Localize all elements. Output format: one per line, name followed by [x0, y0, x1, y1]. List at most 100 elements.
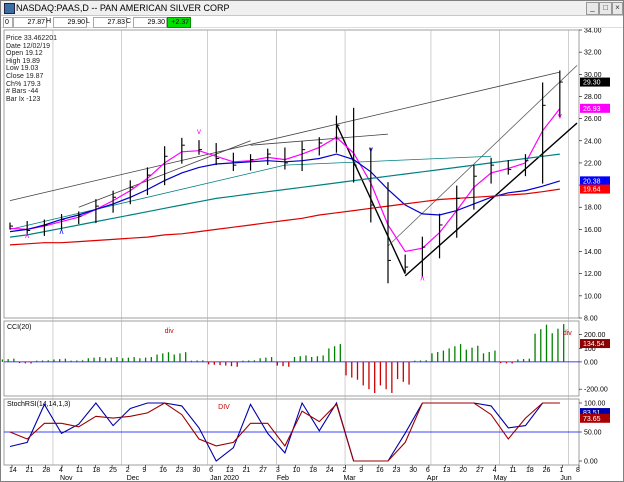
- stoch-axis-label: 50.00: [584, 430, 602, 437]
- quote-bar: 0 27.87 H 29.90 L 27.83 C 29.30 +2.37: [1, 16, 623, 28]
- month-label: Mar: [344, 475, 357, 481]
- month-label: May: [494, 475, 508, 481]
- quote-open: 27.87: [13, 17, 47, 28]
- date-tick-label: 18: [92, 467, 100, 474]
- price-axis-label: 16.00: [584, 227, 602, 234]
- info-line: Ch% 179.3: [6, 80, 41, 88]
- info-line: Low 19.03: [6, 65, 39, 73]
- stochrsi-title: StochRSI(14,14,1,3): [7, 401, 70, 408]
- date-tick-label: 9: [359, 467, 363, 474]
- stoch-axis-label: 0.00: [584, 459, 598, 466]
- info-line: Bar Ix -123: [6, 95, 41, 103]
- date-tick-label: 30: [192, 467, 200, 474]
- close-button[interactable]: ×: [612, 2, 623, 15]
- month-label: Nov: [60, 475, 73, 481]
- quote-l-label: L: [86, 18, 90, 25]
- price-axis-label: 12.00: [584, 271, 602, 278]
- date-tick-label: 24: [326, 467, 334, 474]
- month-label: Feb: [277, 475, 289, 481]
- maximize-button[interactable]: □: [599, 2, 612, 15]
- price-axis-label: 34.00: [584, 28, 602, 35]
- up-marker: ʌ: [25, 231, 29, 240]
- app-icon: [4, 3, 15, 14]
- title-bar: NASDAQ:PAAS,D -- PAN AMERICAN SILVER COR…: [1, 1, 623, 16]
- info-line: Open 19.12: [6, 50, 43, 58]
- price-axis-label: 18.00: [584, 205, 602, 212]
- up-marker: ʌ: [60, 227, 64, 236]
- date-tick-label: 2: [343, 467, 347, 474]
- month-label: Apr: [427, 475, 439, 481]
- quote-high: 29.90: [53, 17, 87, 28]
- chart-canvas[interactable]: 34.0032.0030.0028.0026.0024.0022.0020.00…: [1, 28, 623, 481]
- date-tick-label: 9: [142, 467, 146, 474]
- date-tick-label: 16: [159, 467, 167, 474]
- date-tick-label: 1: [559, 467, 563, 474]
- quote-h-label: H: [46, 18, 52, 25]
- price-pane: [3, 29, 580, 319]
- month-label: Dec: [127, 475, 140, 481]
- price-tag-label: 19.64: [583, 187, 601, 194]
- stoch-axis-label: 100.00: [584, 401, 606, 408]
- date-tick-label: 3: [276, 467, 280, 474]
- date-tick-label: 13: [226, 467, 234, 474]
- date-tick-label: 27: [259, 467, 267, 474]
- cci-axis-label: 200.00: [584, 332, 606, 339]
- date-tick-label: 14: [9, 467, 17, 474]
- date-tick-label: 13: [443, 467, 451, 474]
- date-tick-label: 27: [476, 467, 484, 474]
- stoch-tag-label: 73.65: [583, 416, 601, 423]
- info-line: # Bars -44: [6, 88, 39, 96]
- down-marker: v: [197, 127, 201, 136]
- info-line: High 19.89: [6, 57, 40, 65]
- cci-pane: [3, 320, 580, 397]
- quote-c-label: C: [126, 18, 132, 25]
- date-tick-label: 18: [309, 467, 317, 474]
- date-tick-label: 21: [26, 467, 34, 474]
- cci-div-label: div: [165, 328, 174, 335]
- down-marker: v: [558, 112, 562, 121]
- date-tick-label: 11: [76, 467, 83, 474]
- price-axis-label: 10.00: [584, 293, 602, 300]
- quote-close: 29.30: [133, 17, 167, 28]
- price-axis-label: 32.00: [584, 50, 602, 57]
- price-tag-label: 29.30: [583, 80, 601, 87]
- info-line: Date 12/02/19: [6, 42, 50, 50]
- date-tick-label: 21: [242, 467, 250, 474]
- date-tick-label: 4: [59, 467, 63, 474]
- price-axis-label: 8.00: [584, 316, 598, 323]
- cci-axis-label: -200.00: [584, 387, 608, 394]
- cci-tag-label: 134.54: [583, 341, 605, 348]
- price-axis-label: 28.00: [584, 94, 602, 101]
- price-axis-label: 22.00: [584, 160, 602, 167]
- chart-window: NASDAQ:PAAS,D -- PAN AMERICAN SILVER COR…: [0, 0, 624, 482]
- date-tick-label: 16: [376, 467, 384, 474]
- date-tick-label: 20: [459, 467, 467, 474]
- date-tick-label: 8: [576, 467, 580, 474]
- price-tag-label: 26.93: [583, 106, 601, 113]
- date-tick-label: 23: [393, 467, 401, 474]
- date-tick-label: 28: [42, 467, 50, 474]
- date-tick-label: 2: [126, 467, 130, 474]
- cci-div-label: div: [563, 330, 572, 337]
- date-tick-label: 4: [493, 467, 497, 474]
- window-title: NASDAQ:PAAS,D -- PAN AMERICAN SILVER COR…: [16, 3, 230, 13]
- minimize-button[interactable]: _: [586, 2, 599, 15]
- info-line: Price 33.462201: [6, 35, 57, 42]
- quote-change: +2.37: [167, 17, 191, 28]
- up-marker: ʌ: [420, 273, 424, 282]
- date-tick-label: 23: [176, 467, 184, 474]
- info-panel: Price 33.462201 Date 12/02/19 Open 19.12 Hi…: [6, 35, 57, 103]
- month-label: Jan 2020: [210, 475, 239, 481]
- price-axis-label: 24.00: [584, 138, 602, 145]
- month-label: Jun: [560, 475, 571, 481]
- date-tick-label: 11: [509, 467, 516, 474]
- price-axis-label: 26.00: [584, 116, 602, 123]
- quote-first: 0: [3, 17, 13, 28]
- date-tick-label: 25: [109, 467, 117, 474]
- date-tick-label: 6: [209, 467, 213, 474]
- price-axis-label: 14.00: [584, 249, 602, 256]
- date-tick-label: 26: [543, 467, 551, 474]
- stoch-div-label: DIV: [218, 404, 230, 411]
- price-tag-label: 20.38: [583, 178, 601, 185]
- quote-low: 27.83: [93, 17, 127, 28]
